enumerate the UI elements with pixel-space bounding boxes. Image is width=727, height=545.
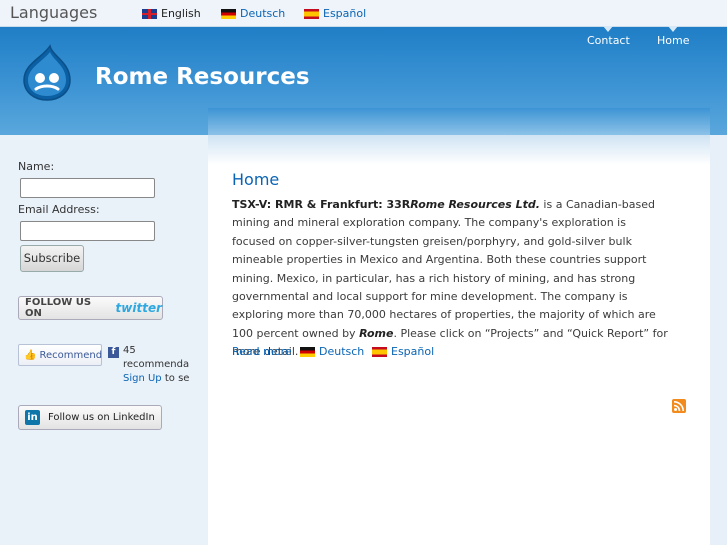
page-title[interactable]: Home: [232, 170, 279, 189]
thumbs-up-icon: 👍: [24, 349, 37, 361]
uk-flag-icon: [142, 8, 157, 19]
lang-espanol[interactable]: Español: [304, 7, 366, 20]
facebook-recommend-count: f 45 recommenda Sign Up to se: [108, 344, 208, 386]
rome-name: Rome: [359, 326, 394, 340]
read-more-espanol[interactable]: Español: [372, 345, 434, 358]
linkedin-follow-button[interactable]: in Follow us on LinkedIn: [18, 405, 162, 430]
twitter-follow-label: FOLLOW US ON: [25, 297, 92, 319]
subscribe-button[interactable]: Subscribe: [20, 245, 84, 272]
rss-feed-icon[interactable]: [672, 399, 686, 413]
ticker-text: TSX-V: RMR & Frankfurt: 33R: [232, 198, 411, 211]
nav-contact[interactable]: Contact: [587, 26, 630, 47]
languages-title: Languages: [10, 3, 98, 22]
linkedin-label: Follow us on LinkedIn: [48, 412, 155, 423]
fb-signup-link[interactable]: Sign Up: [123, 373, 162, 384]
fb-signup-rest: to se: [164, 373, 190, 384]
content-edge: [710, 135, 727, 545]
recommend-label: Recommend: [39, 349, 103, 361]
germany-flag-icon: [300, 346, 315, 357]
linkedin-icon: in: [25, 410, 40, 425]
lang-english[interactable]: English: [142, 7, 201, 20]
twitter-follow-button[interactable]: FOLLOW US ON twitter: [18, 296, 163, 320]
body-text: TSX-V: RMR & Frankfurt: 33RRome Resource…: [232, 196, 672, 362]
language-bar: Languages English Deutsch Español: [0, 0, 727, 27]
spain-flag-icon: [372, 346, 387, 357]
germany-flag-icon: [221, 8, 236, 19]
spain-flag-icon: [304, 8, 319, 19]
email-label: Email Address:: [18, 203, 100, 216]
fb-text: recommenda: [123, 359, 190, 370]
name-label: Name:: [18, 160, 55, 173]
name-input[interactable]: [20, 178, 155, 198]
content-header-band: [208, 135, 710, 165]
twitter-logo-icon: twitter: [115, 301, 162, 315]
email-input[interactable]: [20, 221, 155, 241]
content-top-band: [208, 108, 710, 135]
facebook-recommend-button[interactable]: 👍 Recommend: [18, 344, 102, 366]
body-paragraph: is a Canadian-based mining and mineral e…: [232, 198, 656, 340]
drupal-logo-icon[interactable]: [20, 44, 74, 102]
read-more-deutsch[interactable]: Deutsch: [300, 345, 364, 358]
company-name: Rome Resources Ltd.: [410, 198, 540, 211]
lang-deutsch[interactable]: Deutsch: [221, 7, 285, 20]
facebook-icon: f: [108, 347, 119, 358]
site-name[interactable]: Rome Resources: [95, 64, 310, 90]
read-more-link[interactable]: Read more: [232, 345, 292, 358]
nav-home[interactable]: Home: [657, 26, 689, 47]
fb-count: 45: [123, 345, 136, 356]
